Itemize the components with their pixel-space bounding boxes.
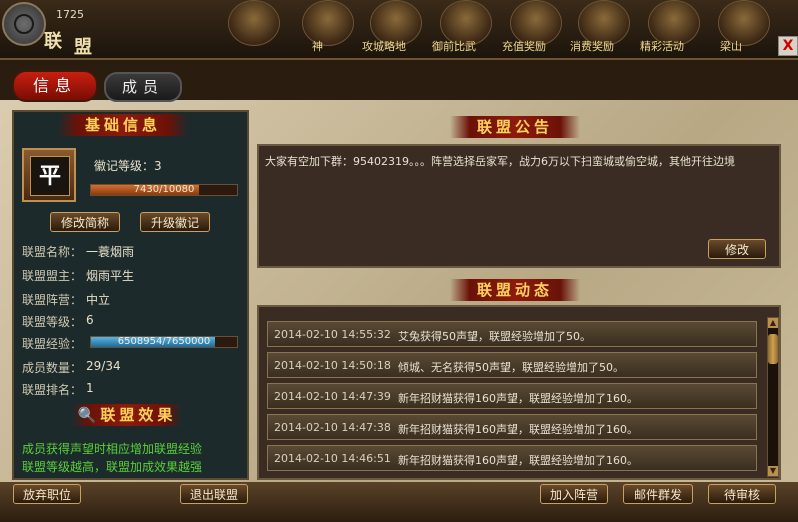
field-label-members: 成员数量：	[22, 361, 83, 375]
activity-panel: 2014-02-10 14:55:32 艾兔获得50声望，联盟经验增加了50。 …	[257, 305, 781, 480]
field-value-name: 一蓑烟雨	[86, 245, 135, 259]
activity-time: 2014-02-10 14:50:18	[274, 359, 391, 372]
magnifier-icon: 🔍	[77, 406, 101, 424]
field-label-rank: 联盟排名：	[22, 383, 83, 397]
scroll-down-icon[interactable]: ▼	[768, 466, 778, 476]
menu-label-recharge: 充值奖励	[502, 40, 546, 53]
activity-time: 2014-02-10 14:46:51	[274, 452, 391, 465]
join-camp-button[interactable]: 加入阵营	[540, 484, 608, 504]
upgrade-badge-button[interactable]: 升级徽记	[140, 212, 210, 232]
menu-label-tournament: 御前比武	[432, 40, 476, 53]
badge-level: 徽记等级：3	[94, 159, 162, 173]
activity-text: 倾城、无名获得50声望，联盟经验增加了50。	[398, 361, 624, 374]
activity-text: 新年招财猫获得160声望，联盟经验增加了160。	[398, 392, 638, 405]
player-level: 1725	[56, 8, 84, 21]
emblem-icon[interactable]	[2, 2, 46, 46]
activity-time: 2014-02-10 14:55:32	[274, 328, 391, 341]
weapon-icon[interactable]	[302, 0, 354, 46]
activity-row: 2014-02-10 14:46:51 新年招财猫获得160声望，联盟经验增加了…	[267, 445, 757, 471]
field-value-rank: 1	[86, 381, 94, 395]
announcement-text: 大家有空加下群：95402319。。。阵营选择岳家军，战力6万以下扫蛮城或偷空城…	[265, 155, 735, 168]
modify-announcement-button[interactable]: 修改	[708, 239, 766, 259]
alliance-badge: 平	[22, 148, 76, 202]
activity-time: 2014-02-10 14:47:38	[274, 421, 391, 434]
tab-members[interactable]: 成员	[104, 72, 182, 102]
abandon-position-button[interactable]: 放弃职位	[13, 484, 81, 504]
activity-text: 新年招财猫获得160声望，联盟经验增加了160。	[398, 454, 638, 467]
menu-label-shen: 神	[312, 40, 323, 53]
mass-mail-button[interactable]: 邮件群发	[623, 484, 693, 504]
scroll-up-icon[interactable]: ▲	[768, 318, 778, 328]
activity-text: 艾兔获得50声望，联盟经验增加了50。	[398, 330, 591, 343]
badge-progress-text: 7430/10080	[133, 184, 195, 195]
activity-row: 2014-02-10 14:55:32 艾兔获得50声望，联盟经验增加了50。	[267, 321, 757, 347]
activity-heading: 联盟动态	[450, 279, 580, 301]
activity-row: 2014-02-10 14:47:39 新年招财猫获得160声望，联盟经验增加了…	[267, 383, 757, 409]
activity-time: 2014-02-10 14:47:39	[274, 390, 391, 403]
window-title-char2: 盟	[74, 37, 92, 58]
exp-progress-text: 6508954/7650000	[117, 336, 211, 347]
menu-label-consume: 消费奖励	[570, 40, 614, 53]
menu-label-siege: 攻城略地	[362, 40, 406, 53]
activity-scrollbar[interactable]: ▲ ▼	[767, 317, 779, 477]
effect-description-1: 成员获得声望时相应增加联盟经验	[22, 442, 203, 456]
pending-review-button[interactable]: 待审核	[708, 484, 776, 504]
window-title-char1: 联	[44, 31, 63, 52]
alliance-effect-label: 联盟效果	[100, 406, 177, 424]
announcement-heading: 联盟公告	[450, 116, 580, 138]
field-label-level: 联盟等级：	[22, 315, 83, 329]
exp-progress-bar: 6508954/7650000	[90, 336, 238, 348]
field-label-exp: 联盟经验：	[22, 337, 83, 351]
field-label-name: 联盟名称：	[22, 245, 83, 259]
announcement-panel: 大家有空加下群：95402319。。。阵营选择岳家军，战力6万以下扫蛮城或偷空城…	[257, 144, 781, 268]
field-value-level: 6	[86, 313, 94, 327]
field-value-leader: 烟雨平生	[86, 269, 135, 283]
portrait-icon[interactable]	[228, 0, 280, 46]
field-label-camp: 联盟阵营：	[22, 293, 83, 307]
menu-label-liangshan: 梁山	[720, 40, 742, 53]
badge-progress-bar: 7430/10080	[90, 184, 238, 196]
field-value-camp: 中立	[86, 293, 111, 307]
menu-label-events: 精彩活动	[640, 40, 684, 53]
badge-char: 平	[30, 156, 70, 196]
activity-text: 新年招财猫获得160声望，联盟经验增加了160。	[398, 423, 638, 436]
quit-alliance-button[interactable]: 退出联盟	[180, 484, 248, 504]
tab-info[interactable]: 信息	[12, 70, 98, 102]
close-button[interactable]: X	[778, 36, 798, 56]
activity-row: 2014-02-10 14:50:18 倾城、无名获得50声望，联盟经验增加了5…	[267, 352, 757, 378]
basic-info-heading: 基础信息	[58, 114, 188, 136]
field-label-leader: 联盟盟主：	[22, 269, 83, 283]
scroll-thumb[interactable]	[768, 334, 778, 364]
rename-button[interactable]: 修改简称	[50, 212, 120, 232]
effect-description-2: 联盟等级越高，联盟加成效果越强	[22, 460, 203, 474]
field-value-members: 29/34	[86, 359, 121, 373]
activity-row: 2014-02-10 14:47:38 新年招财猫获得160声望，联盟经验增加了…	[267, 414, 757, 440]
alliance-effect-heading: 🔍联盟效果	[72, 404, 182, 426]
